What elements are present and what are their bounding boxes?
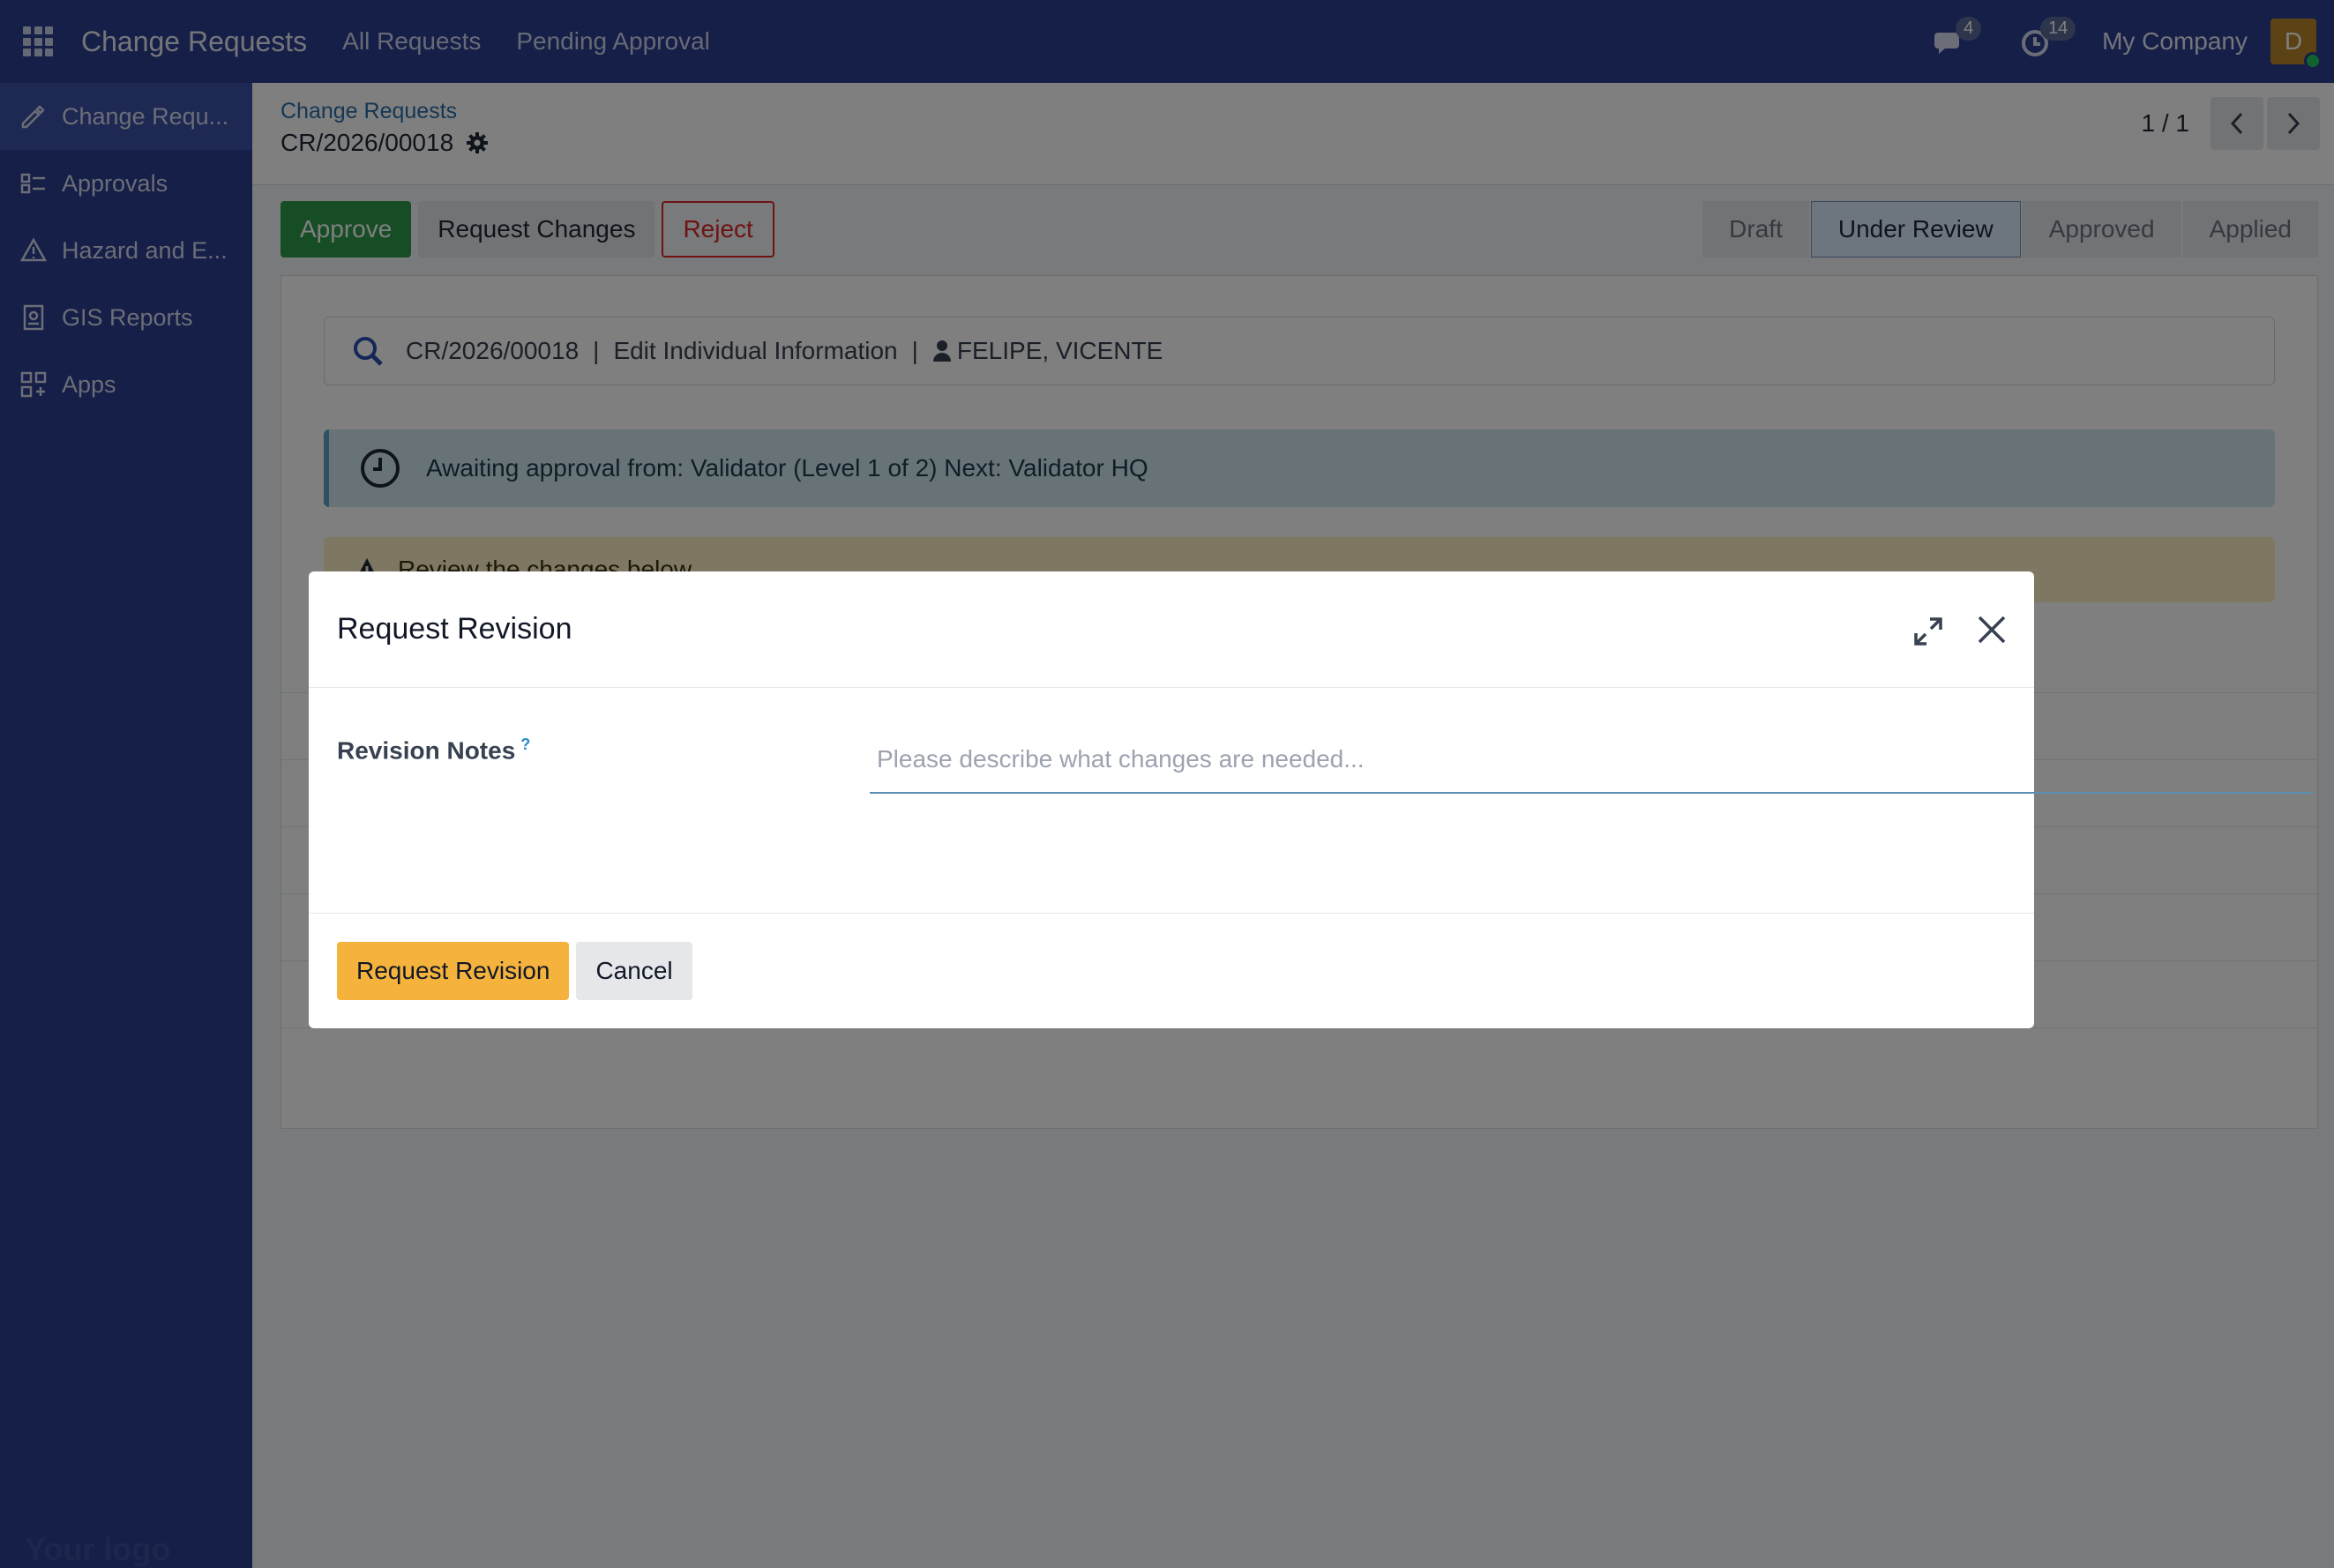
dialog-footer: Request Revision Cancel bbox=[337, 942, 699, 1000]
close-icon[interactable] bbox=[1974, 612, 2009, 647]
expand-icon[interactable] bbox=[1912, 616, 1944, 647]
dialog-title: Request Revision bbox=[337, 612, 572, 646]
cancel-button[interactable]: Cancel bbox=[576, 942, 692, 1000]
request-revision-dialog: Request Revision Revision Notes? Request… bbox=[309, 571, 2313, 1028]
request-revision-button[interactable]: Request Revision bbox=[337, 942, 570, 1000]
dialog-header: Request Revision bbox=[309, 571, 2034, 688]
dialog-body-separator bbox=[309, 688, 2034, 914]
